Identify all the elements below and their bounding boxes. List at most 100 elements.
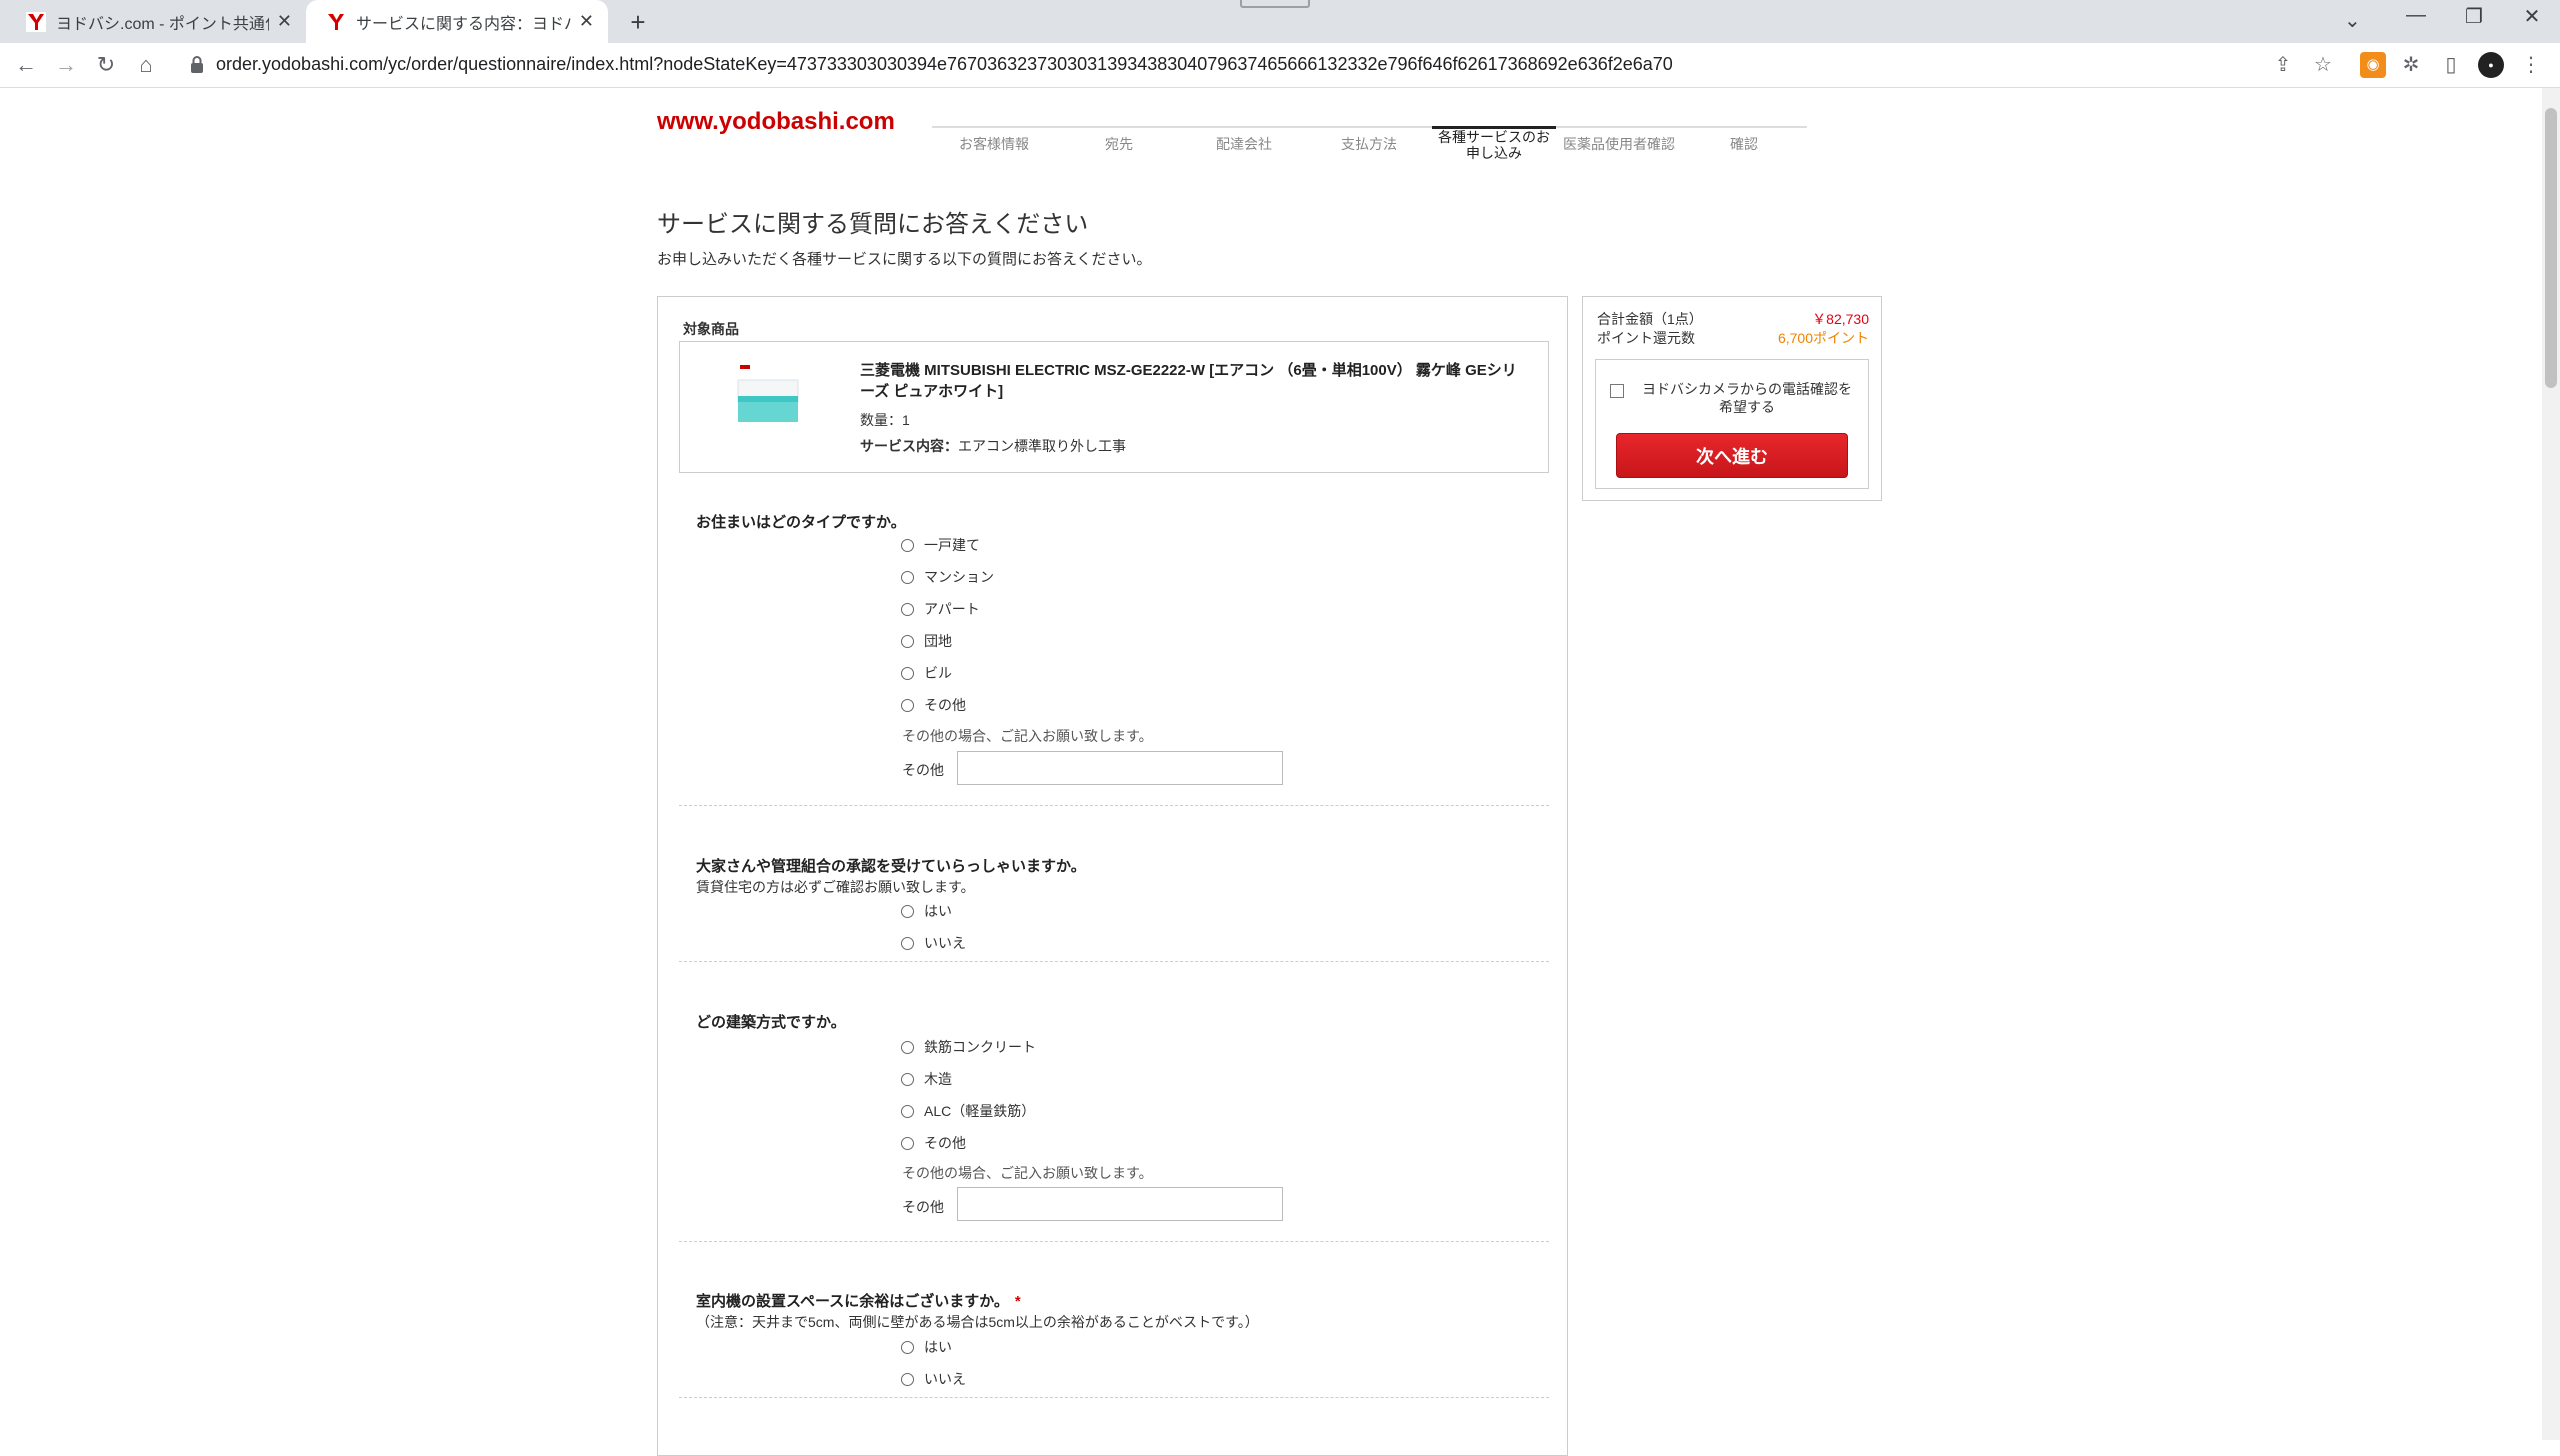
option-label: 一戸建て	[924, 537, 980, 553]
radio-other[interactable]: その他	[901, 1133, 966, 1153]
total-label: 合計金額（1点）	[1597, 311, 1703, 327]
browser-tab[interactable]: ヨドバシ.com - ポイント共通化手続き ✕	[6, 0, 306, 43]
aircon-thumbnail	[736, 362, 800, 424]
option-label: 木造	[924, 1071, 952, 1087]
share-icon[interactable]: ⇪	[2270, 52, 2296, 78]
question-title: 室内機の設置スペースに余裕はございますか。 *	[696, 1290, 1021, 1311]
minimize-icon[interactable]: —	[2396, 4, 2436, 27]
service-value: エアコン標準取り外し工事	[958, 438, 1126, 454]
radio-detached-house[interactable]: 一戸建て	[901, 535, 980, 555]
profile-avatar[interactable]: ●	[2478, 52, 2504, 78]
radio-no[interactable]: いいえ	[901, 933, 966, 953]
question-note: （注意：天井まで5cm、両側に壁がある場合は5cm以上の余裕があることがベストで…	[696, 1314, 1259, 1330]
radio-circle[interactable]	[901, 634, 914, 648]
forward-icon[interactable]: →	[50, 49, 82, 81]
phone-confirm-checkbox[interactable]	[1610, 384, 1624, 398]
bookmark-star-icon[interactable]: ☆	[2310, 52, 2336, 78]
yodobashi-favicon	[26, 11, 46, 32]
menu-kebab-icon[interactable]: ⋮	[2518, 52, 2544, 78]
step-payment: 支払方法	[1341, 136, 1397, 152]
radio-circle[interactable]	[901, 904, 914, 918]
radio-circle[interactable]	[901, 666, 914, 680]
radio-building[interactable]: ビル	[901, 663, 952, 683]
radio-no[interactable]: いいえ	[901, 1369, 966, 1389]
divider	[679, 805, 1549, 806]
option-label: 鉄筋コンクリート	[924, 1039, 1036, 1055]
radio-apartment[interactable]: アパート	[901, 599, 980, 619]
step-destination: 宛先	[1105, 136, 1133, 152]
checkout-steps: お客様情報 宛先 配達会社 支払方法 各種サービスのお申し込み 医薬品使用者確認…	[932, 126, 1807, 161]
radio-condominium[interactable]: マンション	[901, 567, 994, 587]
tab-title: サービスに関する内容：ヨドバシ.ドットコム	[356, 15, 571, 33]
target-product-label: 対象商品	[683, 321, 739, 337]
new-tab-icon[interactable]: +	[622, 6, 654, 38]
option-label: はい	[924, 903, 952, 919]
tab-search-icon[interactable]: ⌄	[2344, 8, 2361, 33]
side-panel-icon[interactable]: ▯	[2438, 52, 2464, 78]
divider	[679, 961, 1549, 962]
radio-housing-complex[interactable]: 団地	[901, 631, 952, 651]
radio-other[interactable]: その他	[901, 695, 966, 715]
order-summary: 合計金額（1点） ￥82,730 ポイント還元数 6,700ポイント ヨドバシカ…	[1582, 296, 1882, 501]
radio-circle[interactable]	[901, 936, 914, 950]
yodobashi-favicon	[326, 11, 346, 32]
option-label: ALC（軽量鉄筋）	[924, 1103, 1036, 1119]
extensions-puzzle-icon[interactable]: ✲	[2398, 52, 2424, 78]
reload-icon[interactable]: ↻	[90, 49, 122, 81]
radio-circle[interactable]	[901, 1072, 914, 1086]
total-value: ￥82,730	[1812, 311, 1869, 327]
option-label: はい	[924, 1339, 952, 1355]
option-label: ビル	[924, 665, 952, 681]
back-icon[interactable]: ←	[10, 49, 42, 81]
lock-icon[interactable]	[190, 56, 204, 74]
product-name[interactable]: 三菱電機 MITSUBISHI ELECTRIC MSZ-GE2222-W [エ…	[860, 360, 1530, 402]
next-button[interactable]: 次へ進む	[1616, 433, 1848, 478]
close-tab-icon[interactable]: ✕	[579, 11, 594, 32]
other-residence-input[interactable]	[957, 751, 1283, 785]
points-label: ポイント還元数	[1597, 330, 1695, 346]
radio-circle[interactable]	[901, 1372, 914, 1386]
close-window-icon[interactable]: ✕	[2512, 4, 2552, 29]
phone-confirm-label[interactable]: ヨドバシカメラからの電話確認を希望する	[1636, 380, 1858, 416]
option-label: アパート	[924, 601, 980, 617]
close-tab-icon[interactable]: ✕	[277, 11, 292, 32]
radio-alc[interactable]: ALC（軽量鉄筋）	[901, 1101, 1035, 1121]
radio-circle[interactable]	[901, 1104, 914, 1118]
step-customer-info: お客様情報	[959, 136, 1029, 152]
radio-circle[interactable]	[901, 698, 914, 712]
step-services: 各種サービスのお申し込み	[1432, 126, 1556, 161]
radio-circle[interactable]	[901, 538, 914, 552]
page-content: www.yodobashi.com お客様情報 宛先 配達会社 支払方法 各種サ…	[0, 88, 2560, 1456]
restore-icon[interactable]: ❐	[2454, 4, 2494, 29]
rss-extension-icon[interactable]: ◉	[2360, 52, 2386, 78]
question-title-text: 室内機の設置スペースに余裕はございますか。	[696, 1293, 1009, 1310]
radio-yes[interactable]: はい	[901, 1337, 952, 1357]
radio-circle[interactable]	[901, 1040, 914, 1054]
browser-tab-active[interactable]: サービスに関する内容：ヨドバシ.ドットコム ✕	[306, 0, 608, 43]
radio-yes[interactable]: はい	[901, 901, 952, 921]
other-label: その他	[902, 1199, 944, 1215]
step-medicine-user: 医薬品使用者確認	[1563, 136, 1675, 152]
radio-circle[interactable]	[901, 1340, 914, 1354]
window-drag-handle[interactable]	[1240, 0, 1310, 8]
other-construction-input[interactable]	[957, 1187, 1283, 1221]
address-bar[interactable]: order.yodobashi.com/yc/order/questionnai…	[216, 54, 1673, 75]
option-label: マンション	[924, 569, 994, 585]
radio-circle[interactable]	[901, 1136, 914, 1150]
product-service: サービス内容：エアコン標準取り外し工事	[860, 436, 1126, 456]
site-logo[interactable]: www.yodobashi.com	[657, 108, 895, 136]
divider	[679, 1397, 1549, 1398]
question-title: お住まいはどのタイプですか。	[696, 514, 906, 531]
question-note: 賃貸住宅の方は必ずご確認お願い致します。	[696, 879, 975, 895]
radio-wooden[interactable]: 木造	[901, 1069, 952, 1089]
divider	[679, 1241, 1549, 1242]
radio-reinforced-concrete[interactable]: 鉄筋コンクリート	[901, 1037, 1036, 1057]
option-label: その他	[924, 697, 966, 713]
option-label: その他	[924, 1135, 966, 1151]
option-label: いいえ	[924, 935, 966, 951]
home-icon[interactable]: ⌂	[130, 49, 162, 81]
radio-circle[interactable]	[901, 602, 914, 616]
scrollbar-thumb[interactable]	[2545, 108, 2557, 388]
radio-circle[interactable]	[901, 570, 914, 584]
page-subtitle: お申し込みいただく各種サービスに関する以下の質問にお答えください。	[657, 251, 1152, 268]
